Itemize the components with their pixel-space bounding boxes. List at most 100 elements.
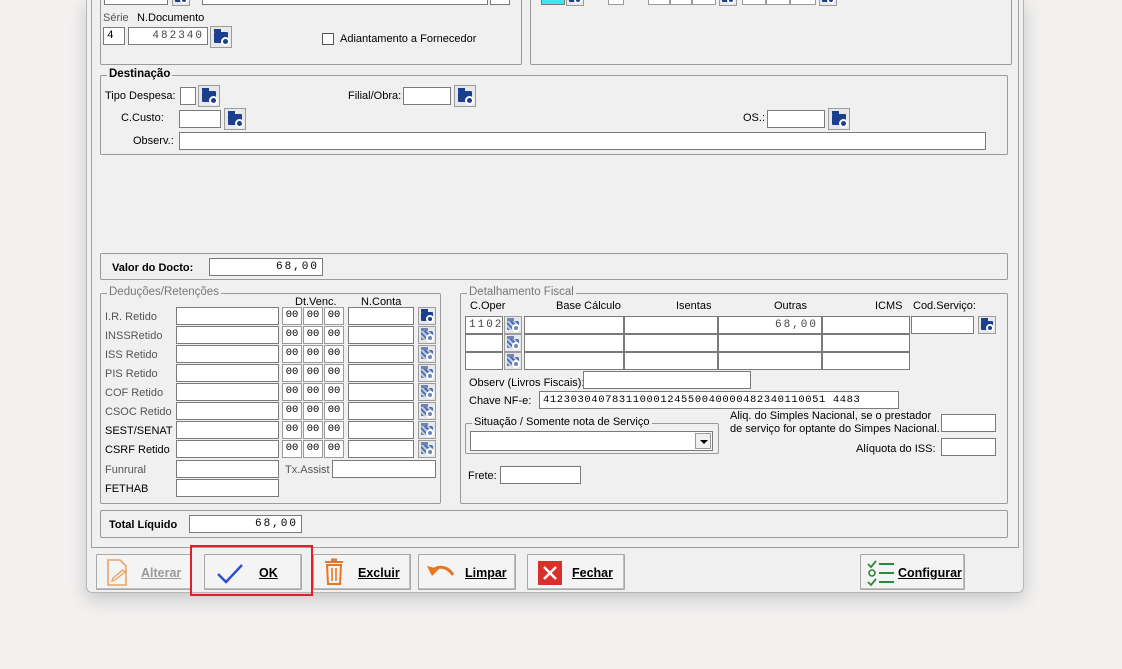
coper-input[interactable]: 1102 [465, 316, 503, 334]
chave-nfe-input[interactable]: 4123030407831100012455004000048234011005… [539, 391, 899, 409]
deducao-date-segment[interactable]: 00 [303, 307, 323, 325]
deducao-date-segment[interactable]: 00 [303, 421, 323, 439]
os-lookup-button[interactable] [828, 108, 850, 130]
fethab-input[interactable] [176, 479, 279, 497]
coper-lookup-button[interactable] [504, 316, 522, 334]
ndoc-input[interactable]: 482340 [128, 27, 208, 45]
icms-input[interactable] [822, 352, 910, 370]
deducao-lookup-button[interactable] [418, 383, 436, 401]
excluir-button[interactable]: Excluir [313, 554, 411, 590]
coper-input[interactable] [465, 334, 503, 352]
deducao-value-input[interactable] [176, 383, 279, 401]
top-right-lookup-3[interactable] [819, 0, 837, 6]
top-right-cell-5[interactable] [742, 0, 766, 5]
top-right-cell-1[interactable] [608, 0, 624, 5]
deducao-value-input[interactable] [176, 440, 279, 458]
deducao-date-segment[interactable]: 00 [303, 402, 323, 420]
aliq-iss-input[interactable] [941, 438, 996, 456]
outras-input[interactable]: 68,00 [718, 316, 822, 334]
limpar-button[interactable]: Limpar [418, 554, 516, 590]
coper-lookup-button[interactable] [504, 352, 522, 370]
top-lookup-button[interactable] [172, 0, 190, 6]
deducao-conta-input[interactable] [348, 383, 414, 401]
configurar-button[interactable]: Configurar [860, 554, 965, 590]
tipo-despesa-input[interactable] [180, 87, 196, 105]
os-input[interactable] [767, 110, 825, 128]
deducao-conta-input[interactable] [348, 421, 414, 439]
isentas-input[interactable] [624, 316, 718, 334]
tx-assist-input[interactable] [332, 460, 436, 478]
top-right-cell-4[interactable] [692, 0, 716, 5]
coper-lookup-button[interactable] [504, 334, 522, 352]
deducao-date-segment[interactable]: 00 [282, 383, 302, 401]
deducao-date-segment[interactable]: 00 [324, 345, 344, 363]
filial-obra-input[interactable] [403, 87, 451, 105]
ccusto-input[interactable] [179, 110, 221, 128]
deducao-date-segment[interactable]: 00 [282, 307, 302, 325]
deducao-date-segment[interactable]: 00 [324, 440, 344, 458]
funrural-input[interactable] [176, 460, 279, 478]
deducao-date-segment[interactable]: 00 [303, 326, 323, 344]
fechar-button[interactable]: Fechar [527, 554, 625, 590]
deducao-value-input[interactable] [176, 326, 279, 344]
deducao-value-input[interactable] [176, 402, 279, 420]
top-right-cell-2[interactable] [648, 0, 670, 5]
deducao-date-segment[interactable]: 00 [282, 402, 302, 420]
deducao-date-segment[interactable]: 00 [282, 440, 302, 458]
deducao-conta-input[interactable] [348, 402, 414, 420]
observ-input[interactable] [179, 132, 986, 150]
base-calculo-input[interactable] [524, 352, 624, 370]
base-calculo-input[interactable] [524, 334, 624, 352]
outras-input[interactable] [718, 334, 822, 352]
deducao-date-segment[interactable]: 00 [324, 421, 344, 439]
deducao-date-segment[interactable]: 00 [324, 307, 344, 325]
deducao-conta-input[interactable] [348, 345, 414, 363]
top-partial-small-field[interactable] [490, 0, 510, 5]
top-right-lookup-1[interactable] [566, 0, 584, 6]
cod-servico-input[interactable] [911, 316, 974, 334]
valor-docto-input[interactable]: 68,00 [209, 258, 323, 276]
deducao-conta-input[interactable] [348, 364, 414, 382]
deducao-date-segment[interactable]: 00 [282, 364, 302, 382]
deducao-value-input[interactable] [176, 307, 279, 325]
cod-servico-lookup-button[interactable] [978, 316, 996, 334]
icms-input[interactable] [822, 334, 910, 352]
deducao-date-segment[interactable]: 00 [324, 402, 344, 420]
deducao-lookup-button[interactable] [418, 402, 436, 420]
deducao-value-input[interactable] [176, 345, 279, 363]
alterar-button[interactable]: Alterar [96, 554, 192, 590]
chevron-down-icon[interactable] [695, 433, 711, 449]
deducao-date-segment[interactable]: 00 [303, 383, 323, 401]
icms-input[interactable] [822, 316, 910, 334]
observ-fiscal-input[interactable] [583, 371, 751, 389]
adiantamento-checkbox[interactable] [322, 33, 334, 45]
deducao-date-segment[interactable]: 00 [282, 421, 302, 439]
coper-input[interactable] [465, 352, 503, 370]
filial-obra-lookup-button[interactable] [454, 85, 476, 107]
serie-input[interactable]: 4 [103, 27, 125, 45]
ndoc-lookup-button[interactable] [210, 26, 232, 48]
isentas-input[interactable] [624, 334, 718, 352]
deducao-date-segment[interactable]: 00 [303, 345, 323, 363]
deducao-lookup-button[interactable] [418, 326, 436, 344]
deducao-lookup-button[interactable] [418, 364, 436, 382]
total-liquido-input[interactable]: 68,00 [189, 515, 302, 533]
deducao-lookup-button[interactable] [418, 440, 436, 458]
base-calculo-input[interactable] [524, 316, 624, 334]
aliq-simples-input[interactable] [941, 414, 996, 432]
top-right-cell-6[interactable] [766, 0, 790, 5]
top-right-cell-3[interactable] [670, 0, 692, 5]
deducao-date-segment[interactable]: 00 [324, 326, 344, 344]
deducao-lookup-button[interactable] [418, 421, 436, 439]
deducao-conta-input[interactable] [348, 440, 414, 458]
top-right-lookup-2[interactable] [719, 0, 737, 6]
tipo-despesa-lookup-button[interactable] [198, 85, 220, 107]
ccusto-lookup-button[interactable] [224, 108, 246, 130]
deducao-conta-input[interactable] [348, 326, 414, 344]
deducao-date-segment[interactable]: 00 [324, 364, 344, 382]
deducao-date-segment[interactable]: 00 [324, 383, 344, 401]
deducao-date-segment[interactable]: 00 [282, 345, 302, 363]
deducao-lookup-button[interactable] [418, 307, 436, 325]
deducao-conta-input[interactable] [348, 307, 414, 325]
top-partial-field[interactable] [104, 0, 168, 5]
